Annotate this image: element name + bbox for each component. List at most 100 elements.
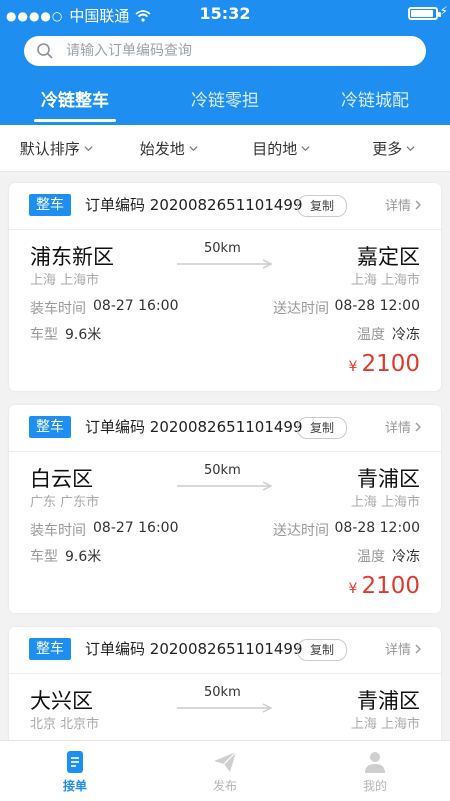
route-arrow-icon — [177, 481, 273, 491]
status-time: 15:32 — [0, 4, 450, 23]
delivery-time-label: 送达时间 — [273, 298, 329, 318]
origin-province-city: 广东 广东市 — [30, 491, 99, 510]
destination-district: 青浦区 — [357, 685, 420, 715]
tabbar-label-profile: 我的 — [363, 777, 387, 794]
search-icon — [36, 42, 54, 60]
route-arrow-icon — [177, 259, 273, 269]
load-time-label: 装车时间 — [30, 298, 86, 318]
temperature-value: 冷冻 — [392, 546, 420, 566]
order-card[interactable]: 整车 订单编码 2020082651101499 复制 详情 浦东新区 上海 上… — [9, 183, 441, 391]
currency-symbol: ¥ — [349, 359, 358, 375]
load-time-value: 08-27 16:00 — [93, 298, 178, 314]
tab-cold-chain-city[interactable]: 冷链城配 — [300, 86, 450, 125]
chevron-right-icon — [413, 644, 423, 654]
delivery-time-label: 送达时间 — [273, 520, 329, 540]
temperature-label: 温度 — [357, 546, 385, 566]
filter-destination[interactable]: 目的地 — [225, 125, 338, 171]
price-amount: 2100 — [361, 351, 420, 377]
distance: 50km — [204, 463, 241, 478]
order-card[interactable]: 整车 订单编码 2020082651101499 复制 详情 白云区 广东 广东… — [9, 405, 441, 613]
header: 冷链整车 冷链零担 冷链城配 — [0, 28, 450, 125]
order-price: ¥ 2100 — [349, 351, 420, 377]
order-type-badge: 整车 — [29, 638, 71, 660]
detail-link[interactable]: 详情 — [385, 417, 423, 436]
order-type-badge: 整车 — [29, 194, 71, 216]
filter-sort-label: 默认排序 — [20, 138, 80, 159]
bottom-tab-bar: 接单 发布 我的 — [0, 740, 450, 801]
person-icon — [362, 749, 388, 775]
charging-icon: ⚡ — [440, 4, 448, 18]
detail-label: 详情 — [385, 639, 411, 658]
vehicle-type-label: 车型 — [30, 324, 58, 344]
copy-button[interactable]: 复制 — [297, 195, 347, 217]
origin-district: 白云区 — [30, 463, 93, 493]
order-price: ¥ 2100 — [349, 573, 420, 599]
search-bar[interactable] — [24, 36, 426, 66]
chevron-down-icon — [301, 144, 310, 153]
search-input[interactable] — [64, 42, 398, 60]
destination-district: 嘉定区 — [357, 241, 420, 271]
temperature-value: 冷冻 — [392, 324, 420, 344]
delivery-time-value: 08-28 12:00 — [335, 298, 420, 314]
tab-bar: 冷链整车 冷链零担 冷链城配 — [0, 86, 450, 125]
distance: 50km — [204, 685, 241, 700]
chevron-down-icon — [84, 144, 93, 153]
filter-origin[interactable]: 始发地 — [113, 125, 226, 171]
order-card[interactable]: 整车 订单编码 2020082651101499 复制 详情 大兴区 北京 北京… — [9, 627, 441, 740]
order-number: 订单编码 2020082651101499 — [85, 194, 303, 215]
load-time-label: 装车时间 — [30, 520, 86, 540]
origin-province-city: 北京 北京市 — [30, 713, 99, 732]
tab-cold-chain-full-load[interactable]: 冷链整车 — [0, 86, 150, 125]
chevron-down-icon — [189, 144, 198, 153]
order-type-badge: 整车 — [29, 416, 71, 438]
temperature-label: 温度 — [357, 324, 385, 344]
tabbar-item-orders[interactable]: 接单 — [0, 741, 150, 801]
chevron-down-icon — [406, 144, 415, 153]
order-card-header: 整车 订单编码 2020082651101499 复制 详情 — [9, 627, 441, 674]
tabbar-label-orders: 接单 — [63, 777, 87, 794]
tab-cold-chain-ltl[interactable]: 冷链零担 — [150, 86, 300, 125]
destination-province-city: 上海 上海市 — [351, 713, 420, 732]
currency-symbol: ¥ — [349, 581, 358, 597]
price-amount: 2100 — [361, 573, 420, 599]
filter-destination-label: 目的地 — [252, 138, 297, 159]
vehicle-type-label: 车型 — [30, 546, 58, 566]
distance: 50km — [204, 241, 241, 256]
order-number: 订单编码 2020082651101499 — [85, 416, 303, 437]
route-arrow-icon — [177, 703, 273, 713]
chevron-right-icon — [413, 422, 423, 432]
filter-origin-label: 始发地 — [140, 138, 185, 159]
copy-button[interactable]: 复制 — [297, 639, 347, 661]
filter-bar: 默认排序 始发地 目的地 更多 — [0, 125, 450, 172]
order-list-icon — [62, 749, 88, 775]
filter-sort[interactable]: 默认排序 — [0, 125, 113, 171]
vehicle-type-value: 9.6米 — [65, 546, 101, 566]
detail-label: 详情 — [385, 195, 411, 214]
copy-button[interactable]: 复制 — [297, 417, 347, 439]
detail-link[interactable]: 详情 — [385, 195, 423, 214]
destination-province-city: 上海 上海市 — [351, 269, 420, 288]
order-list[interactable]: 整车 订单编码 2020082651101499 复制 详情 浦东新区 上海 上… — [0, 172, 450, 740]
destination-district: 青浦区 — [357, 463, 420, 493]
tabbar-item-publish[interactable]: 发布 — [150, 741, 300, 801]
detail-link[interactable]: 详情 — [385, 639, 423, 658]
origin-province-city: 上海 上海市 — [30, 269, 99, 288]
order-number: 订单编码 2020082651101499 — [85, 638, 303, 659]
origin-district: 浦东新区 — [30, 241, 114, 271]
paper-plane-icon — [212, 749, 238, 775]
origin-district: 大兴区 — [30, 685, 93, 715]
load-time-value: 08-27 16:00 — [93, 520, 178, 536]
status-bar: ●●●●○ 中国联通 15:32 ⚡ — [0, 0, 450, 28]
destination-province-city: 上海 上海市 — [351, 491, 420, 510]
filter-more[interactable]: 更多 — [338, 125, 450, 171]
chevron-right-icon — [413, 200, 423, 210]
detail-label: 详情 — [385, 417, 411, 436]
order-card-header: 整车 订单编码 2020082651101499 复制 详情 — [9, 183, 441, 230]
filter-more-label: 更多 — [372, 138, 402, 159]
vehicle-type-value: 9.6米 — [65, 324, 101, 344]
order-card-header: 整车 订单编码 2020082651101499 复制 详情 — [9, 405, 441, 452]
tabbar-label-publish: 发布 — [213, 777, 237, 794]
delivery-time-value: 08-28 12:00 — [335, 520, 420, 536]
tabbar-item-profile[interactable]: 我的 — [300, 741, 450, 801]
battery-icon — [408, 7, 438, 20]
